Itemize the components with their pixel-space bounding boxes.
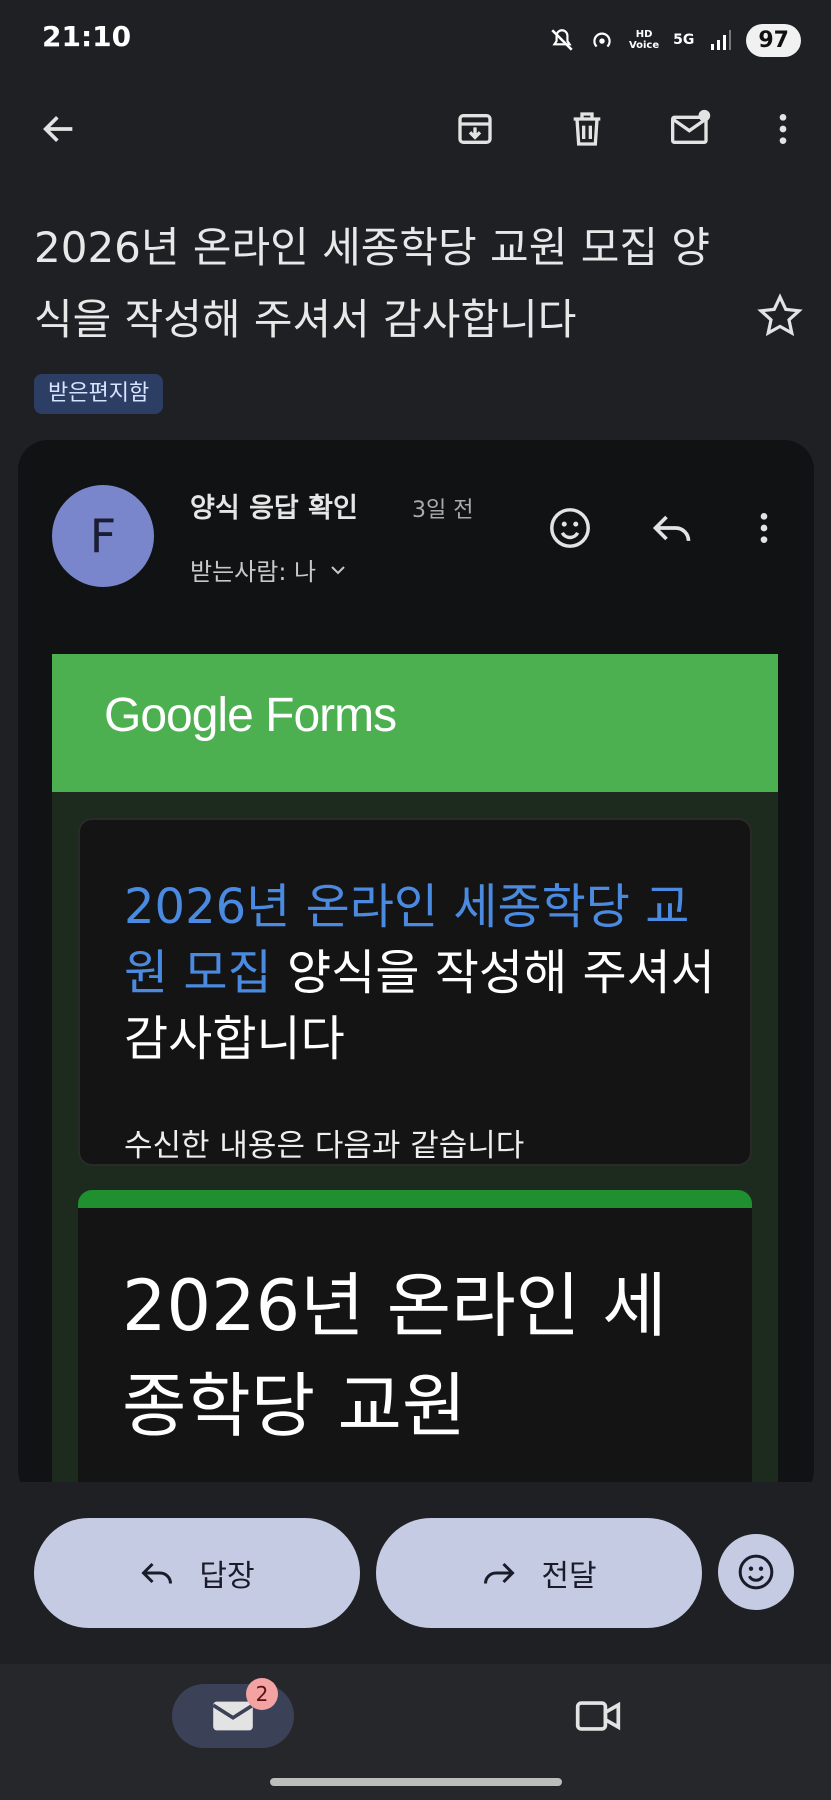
forms-body: 2026년 온라인 세종학당 교원 모집 양식을 작성해 주셔서 감사합니다 수… [52,792,778,1500]
video-camera-icon [575,1701,621,1731]
reply-button[interactable] [644,500,700,556]
email-subject: 2026년 온라인 세종학당 교원 모집 양식을 작성해 주셔서 감사합니다 [34,223,710,344]
mute-icon [551,29,573,51]
status-bar: 21:10 HD Voice 5G 97 [0,0,831,80]
more-vert-icon [760,513,768,543]
avatar[interactable]: F [52,485,154,587]
delete-icon [573,112,601,146]
star-icon [757,293,803,337]
chevron-down-icon [331,565,345,574]
form-big-title: 2026년 온라인 세종학당 교원 [122,1265,667,1447]
unread-count-badge: 2 [246,1678,278,1710]
more-vert-icon [779,114,787,144]
google-forms-logo: Google Forms [104,689,397,742]
reply-actions-bar: 답장 전달 [0,1482,831,1664]
emoji-reaction-button[interactable] [718,1534,794,1610]
emoji-icon [550,508,590,548]
archive-icon [458,114,492,144]
recipient-text: 받는사람: 나 [190,558,317,586]
reply-icon [652,515,691,542]
hd-voice-icon: HD Voice [628,29,660,51]
confirmation-title: 2026년 온라인 세종학당 교원 모집 양식을 작성해 주셔서 감사합니다 [124,874,724,1072]
recipient-toggle[interactable]: 받는사람: 나 [190,552,350,587]
back-button[interactable] [24,94,94,164]
forward-pill-button[interactable]: 전달 [376,1518,702,1628]
5g-icon: 5G [673,31,695,48]
back-arrow-icon [43,116,73,142]
mark-unread-button[interactable] [656,94,726,164]
confirmation-subtitle: 수신한 내용은 다음과 같습니다 [124,1128,525,1164]
hotspot-icon [593,32,611,48]
archive-button[interactable] [440,94,510,164]
google-forms-banner: Google Forms [52,654,778,792]
emoji-icon [738,1554,774,1590]
more-options-button[interactable] [748,94,818,164]
form-header-card: 2026년 온라인 세종학당 교원 [78,1190,752,1500]
confirmation-card: 2026년 온라인 세종학당 교원 모집 양식을 작성해 주셔서 감사합니다 수… [78,818,752,1166]
reply-pill-button[interactable]: 답장 [34,1518,360,1628]
nav-meet-tab[interactable] [566,1684,630,1748]
signal-icon [711,30,732,50]
status-icons: HD Voice 5G 97 [549,20,801,60]
add-reaction-button[interactable] [542,500,598,556]
message-more-button[interactable] [736,500,792,556]
reply-label: 답장 [199,1559,255,1594]
status-time: 21:10 [42,20,132,53]
reply-icon [141,1562,173,1584]
forward-label: 전달 [541,1559,597,1594]
forward-icon [484,1562,516,1584]
delete-button[interactable] [552,94,622,164]
sender-name[interactable]: 양식 응답 확인 [190,486,358,525]
mark-unread-icon [671,109,711,144]
star-button[interactable] [756,292,804,340]
battery-icon: 97 [746,23,801,57]
inbox-label[interactable]: 받은편지함 [34,374,164,414]
message-card: F 양식 응답 확인 3일 전 받는사람: 나 Google Forms 202… [18,440,814,1500]
home-indicator[interactable] [270,1778,562,1786]
time-ago: 3일 전 [412,498,474,523]
